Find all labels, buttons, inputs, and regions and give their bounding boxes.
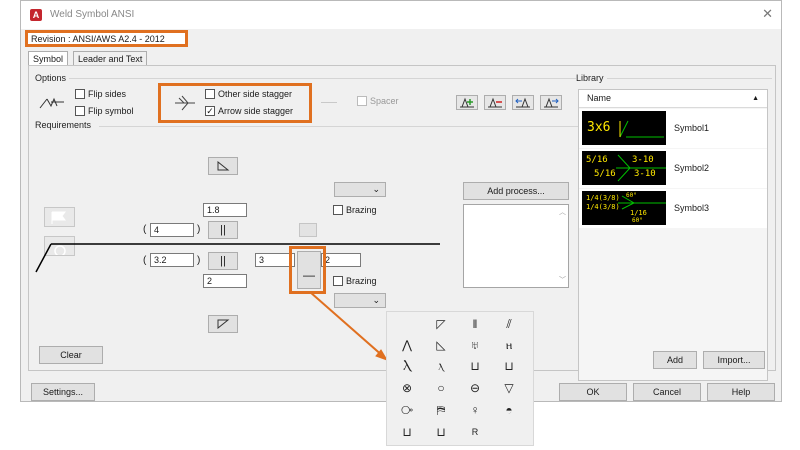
palette-seam-circle-icon[interactable]: ○ [429,378,453,398]
palette-v-groove-icon[interactable]: ⋀ [395,335,419,355]
palette-fillet-icon[interactable]: ◸ [429,314,453,334]
palette-spot-icon[interactable]: ⊗ [395,378,419,398]
palette-melt-through-icon[interactable]: ◓ [497,400,521,420]
palette-bevel-icon[interactable]: ⫽ [497,314,521,334]
palette-square-icon[interactable]: ‖ [463,314,487,334]
palette-backing-icon[interactable]: ⊔ [395,422,419,442]
palette-flare-v-icon[interactable]: Ⲗ [395,356,419,376]
palette-surfacing-icon[interactable]: ♀ [463,400,487,420]
palette-seam-icon[interactable]: ⊖ [463,378,487,398]
palette-plug-icon[interactable]: ⊔ [463,356,487,376]
palette-slot-icon[interactable]: ⊔ [497,356,521,376]
palette-flare-bevel-icon[interactable]: ⲗ [429,356,453,376]
palette-u-groove-icon[interactable]: ♅ [463,335,487,355]
contour-palette: ◸ ‖ ⫽ ⋀ ◺ ♅ ⲏ Ⲗ ⲗ ⊔ ⊔ ⊗ ○ ⊖ ▽ ⧂ ⛿ ♀ ◓ ⊔ … [386,311,534,446]
palette-bevel-groove-icon[interactable]: ◺ [429,335,453,355]
palette-j-groove-icon[interactable]: ⲏ [497,335,521,355]
palette-backing-removed-icon[interactable]: R [463,422,487,442]
palette-back-weld-icon[interactable]: ⧂ [395,400,419,420]
palette-stud-icon[interactable]: ⛿ [429,400,453,420]
palette-convex-icon[interactable]: ▽ [497,378,521,398]
palette-spacer-icon[interactable]: ⊔ [429,422,453,442]
